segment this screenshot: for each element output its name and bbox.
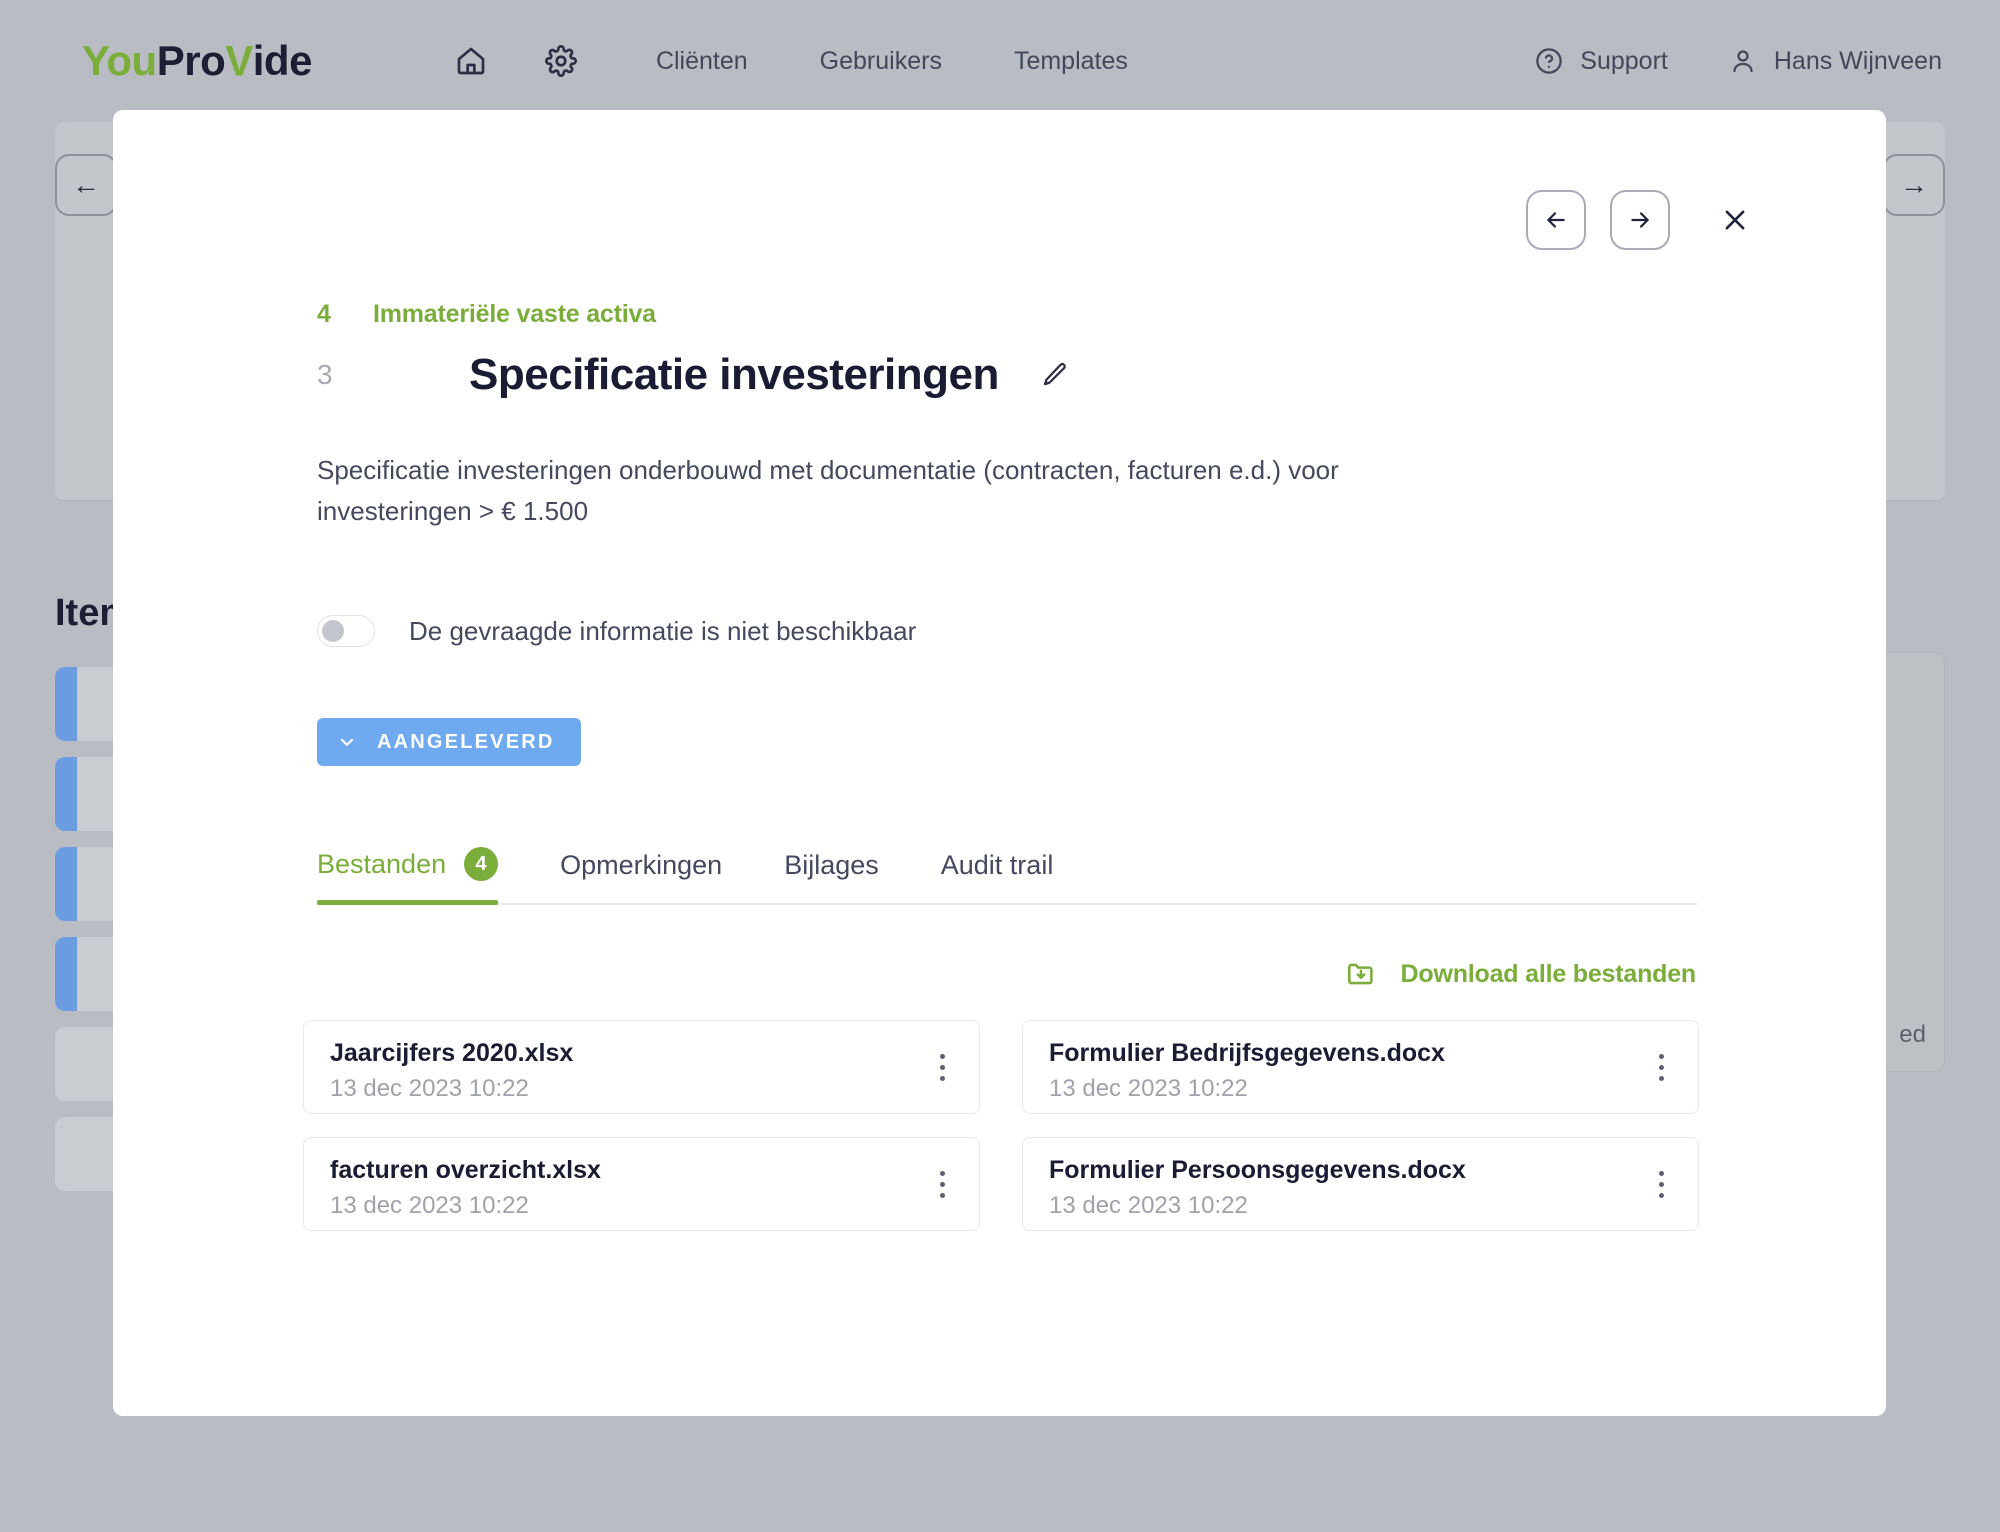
logo-part-ide: ide xyxy=(252,37,313,84)
pencil-icon xyxy=(1043,363,1066,386)
breadcrumb-number: 4 xyxy=(317,300,331,328)
file-list: Jaarcijfers 2020.xlsx 13 dec 2023 10:22 … xyxy=(303,1020,1699,1231)
close-icon xyxy=(1725,210,1745,230)
tab-label: Audit trail xyxy=(940,850,1054,880)
top-navigation-bar: YouProVide Cliënten Gebruikers Templates xyxy=(0,0,2000,122)
logo-part-you: You xyxy=(82,37,157,84)
nav-link-templates[interactable]: Templates xyxy=(1014,47,1128,76)
tab-bijlages[interactable]: Bijlages xyxy=(784,850,879,903)
nav-support-label: Support xyxy=(1580,46,1668,75)
tab-label: Bijlages xyxy=(784,850,879,880)
modal-navigation-group xyxy=(1526,190,1758,250)
file-date: 13 dec 2023 10:22 xyxy=(1049,1075,1248,1102)
file-options-menu-icon[interactable] xyxy=(927,1166,957,1202)
file-name: Jaarcijfers 2020.xlsx xyxy=(330,1039,574,1067)
nav-right-group: Support Hans Wijnveen xyxy=(1474,46,1942,76)
arrow-right-icon xyxy=(1631,212,1649,228)
file-date: 13 dec 2023 10:22 xyxy=(330,1075,529,1102)
status-dropdown-button[interactable]: AANGELEVERD xyxy=(317,718,581,766)
tab-label: Bestanden xyxy=(317,848,447,879)
file-options-menu-icon[interactable] xyxy=(927,1049,957,1085)
person-icon xyxy=(1733,50,1753,73)
nav-link-clienten[interactable]: Cliënten xyxy=(656,47,748,76)
unavailable-toggle-label: De gevraagde informatie is niet beschikb… xyxy=(409,615,917,646)
status-label: AANGELEVERD xyxy=(377,730,555,753)
nav-home-button[interactable] xyxy=(448,38,494,84)
item-detail-modal: 4 Immateriële vaste activa 3 Specificati… xyxy=(113,110,1886,1416)
folder-download-icon xyxy=(1347,963,1373,985)
file-name: Formulier Bedrijfsgegevens.docx xyxy=(1049,1039,1445,1067)
arrow-left-icon: ← xyxy=(72,169,100,200)
question-circle-icon xyxy=(1536,48,1563,74)
tab-bar: Bestanden 4 Opmerkingen Bijlages Audit t… xyxy=(317,820,1697,905)
arrow-left-icon xyxy=(1547,212,1565,228)
home-icon xyxy=(457,47,485,75)
nav-user-label: Hans Wijnveen xyxy=(1773,46,1942,75)
breadcrumb-label[interactable]: Immateriële vaste activa xyxy=(373,300,656,329)
status-accent-bar xyxy=(55,847,77,921)
status-accent-bar xyxy=(55,757,77,831)
tab-opmerkingen[interactable]: Opmerkingen xyxy=(560,850,722,903)
modal-prev-button[interactable] xyxy=(1526,190,1586,250)
modal-next-button[interactable] xyxy=(1610,190,1670,250)
logo-part-pro: Pro xyxy=(156,37,226,84)
breadcrumb: 4 Immateriële vaste activa xyxy=(317,300,656,329)
status-accent-bar xyxy=(55,667,77,741)
tab-badge-count: 4 xyxy=(464,847,499,881)
title-row: 3 Specificatie investeringen xyxy=(317,350,1075,400)
download-all-files-button[interactable]: Download alle bestanden xyxy=(1345,958,1696,990)
nav-link-gebruikers[interactable]: Gebruikers xyxy=(820,47,942,76)
file-options-menu-icon[interactable] xyxy=(1646,1049,1676,1085)
file-card[interactable]: Formulier Persoonsgegevens.docx 13 dec 2… xyxy=(1022,1137,1699,1231)
unavailable-toggle-row: De gevraagde informatie is niet beschikb… xyxy=(317,615,916,647)
file-name: facturen overzicht.xlsx xyxy=(330,1156,601,1184)
file-date: 13 dec 2023 10:22 xyxy=(1049,1192,1248,1219)
file-card[interactable]: facturen overzicht.xlsx 13 dec 2023 10:2… xyxy=(303,1137,980,1231)
edit-title-button[interactable] xyxy=(1035,355,1075,395)
arrow-right-icon: → xyxy=(1900,169,1928,200)
status-accent-bar xyxy=(55,937,77,1011)
item-description: Specificatie investeringen onderbouwd me… xyxy=(317,455,1339,526)
file-options-menu-icon[interactable] xyxy=(1646,1166,1676,1202)
background-side-panel-text: ed xyxy=(1899,1021,1926,1048)
download-all-label: Download alle bestanden xyxy=(1400,959,1697,988)
nav-support-button[interactable]: Support xyxy=(1534,46,1668,76)
file-name: Formulier Persoonsgegevens.docx xyxy=(1049,1156,1466,1184)
nav-settings-button[interactable] xyxy=(538,38,584,84)
background-next-button[interactable]: → xyxy=(1883,154,1945,216)
modal-close-button[interactable] xyxy=(1712,197,1758,243)
chevron-down-icon xyxy=(337,732,357,752)
tab-label: Opmerkingen xyxy=(560,850,723,880)
app-logo[interactable]: YouProVide xyxy=(82,36,313,85)
nav-user-menu[interactable]: Hans Wijnveen xyxy=(1728,46,1942,76)
gear-icon xyxy=(545,45,577,77)
tab-bestanden[interactable]: Bestanden 4 xyxy=(317,847,499,905)
tab-audit-trail[interactable]: Audit trail xyxy=(941,850,1054,903)
unavailable-toggle[interactable] xyxy=(317,615,375,647)
background-prev-button[interactable]: ← xyxy=(55,154,117,216)
toggle-knob xyxy=(322,619,344,642)
file-date: 13 dec 2023 10:22 xyxy=(330,1192,529,1219)
logo-part-v: V xyxy=(225,36,253,85)
page-title: Specificatie investeringen xyxy=(469,350,999,399)
file-card[interactable]: Jaarcijfers 2020.xlsx 13 dec 2023 10:22 xyxy=(303,1020,980,1114)
file-card[interactable]: Formulier Bedrijfsgegevens.docx 13 dec 2… xyxy=(1022,1020,1699,1114)
item-number: 3 xyxy=(317,359,333,390)
